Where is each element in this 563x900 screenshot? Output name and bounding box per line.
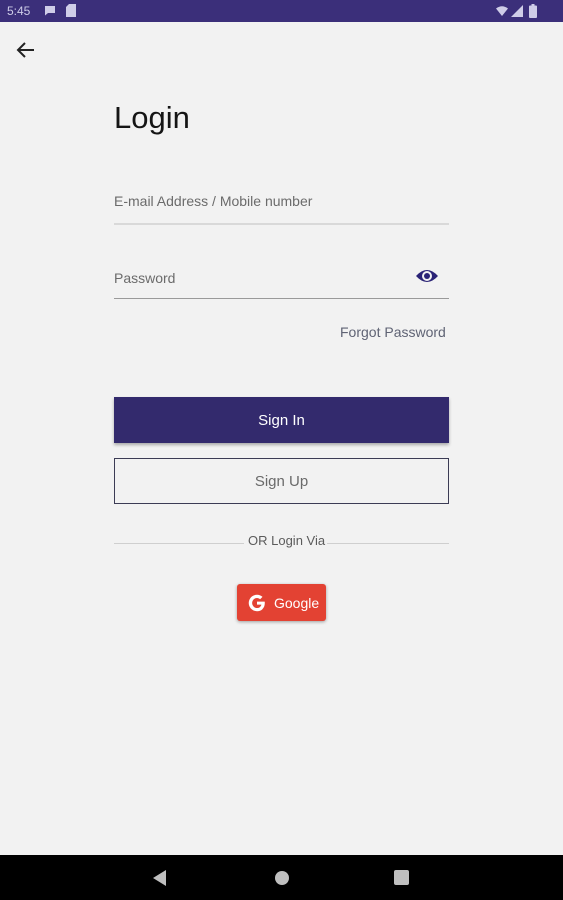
status-time: 5:45 (7, 4, 31, 18)
back-arrow-icon[interactable] (14, 38, 38, 62)
nav-back-icon[interactable] (152, 869, 168, 887)
google-button-label: Google (274, 594, 320, 611)
google-login-button[interactable]: Google (237, 584, 326, 621)
sd-card-icon (66, 4, 76, 17)
message-icon (45, 6, 55, 16)
page-title: Login (114, 100, 190, 135)
password-input[interactable] (114, 268, 404, 288)
nav-home-icon[interactable] (274, 870, 290, 886)
battery-icon (529, 4, 537, 18)
navigation-bar (0, 855, 563, 900)
google-g-icon (248, 594, 265, 611)
eye-icon[interactable] (415, 266, 439, 286)
nav-recents-icon[interactable] (394, 870, 409, 885)
divider-line-right (327, 543, 449, 544)
wifi-icon (496, 6, 508, 16)
status-bar: 5:45 (0, 0, 563, 22)
forgot-password-link[interactable]: Forgot Password (340, 324, 446, 340)
divider-text: OR Login Via (248, 533, 326, 548)
password-field[interactable] (114, 260, 449, 299)
email-field[interactable] (114, 183, 449, 225)
sign-up-button[interactable]: Sign Up (114, 458, 449, 504)
signal-icon (511, 5, 523, 17)
email-input[interactable] (114, 191, 404, 211)
sign-in-button[interactable]: Sign In (114, 397, 449, 443)
divider-line-left (114, 543, 244, 544)
